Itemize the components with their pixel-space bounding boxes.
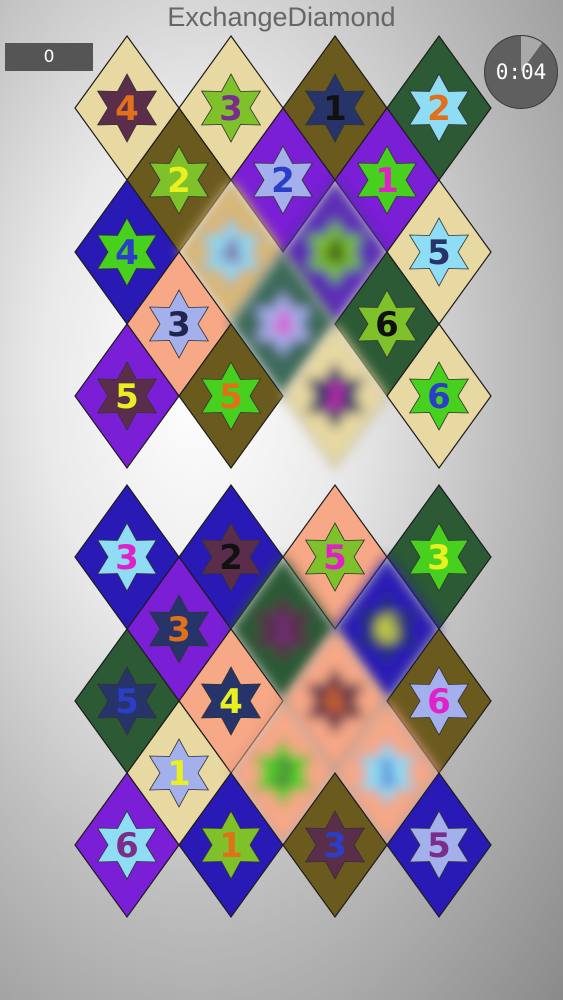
tile-number: 6 [427, 377, 451, 417]
tile-number: 5 [115, 377, 139, 417]
game-board[interactable]: 4 3 1 22 2 14 4 4 53 4 65 5 2 63 2 5 33 1 65 4 6 61 2 16 1 3 5 [0, 0, 563, 1000]
tile-number: 6 [427, 682, 451, 722]
tile-number: 4 [219, 233, 243, 273]
tile-number: 2 [271, 754, 295, 794]
tile-number: 6 [323, 682, 347, 722]
tile-number: 3 [427, 538, 451, 578]
tile-number: 2 [427, 89, 451, 129]
board-lower: 3 2 5 33 1 65 4 6 61 2 16 1 3 5 [74, 483, 492, 919]
tile-number: 1 [271, 610, 295, 650]
tile-number: 4 [271, 305, 295, 345]
tile-number: 4 [115, 233, 139, 273]
tile-number: 5 [115, 682, 139, 722]
tile-number: 3 [219, 89, 243, 129]
tile-number: 1 [219, 826, 243, 866]
tile-number: 1 [323, 89, 347, 129]
tile-number: 4 [323, 233, 347, 273]
tile-number: 3 [115, 538, 139, 578]
tile-number: 2 [271, 161, 295, 201]
tile-number: 5 [427, 233, 451, 273]
tile-number: 2 [323, 377, 347, 417]
board-upper: 4 3 1 22 2 14 4 4 53 4 65 5 2 6 [74, 34, 492, 470]
tile-number: 4 [115, 89, 139, 129]
tile-number: 3 [323, 826, 347, 866]
tile-number: 5 [427, 826, 451, 866]
tile-number: 1 [167, 754, 191, 794]
tile-number: 3 [167, 610, 191, 650]
tile-number: 5 [323, 538, 347, 578]
tile-number: 1 [375, 754, 399, 794]
tile-number: 6 [375, 610, 399, 650]
tile-number: 6 [375, 305, 399, 345]
tile-number: 1 [375, 161, 399, 201]
tile-number: 2 [219, 538, 243, 578]
tile-number: 4 [219, 682, 243, 722]
tile-number: 2 [167, 161, 191, 201]
tile-number: 3 [167, 305, 191, 345]
tile-number: 6 [115, 826, 139, 866]
tile-number: 5 [219, 377, 243, 417]
